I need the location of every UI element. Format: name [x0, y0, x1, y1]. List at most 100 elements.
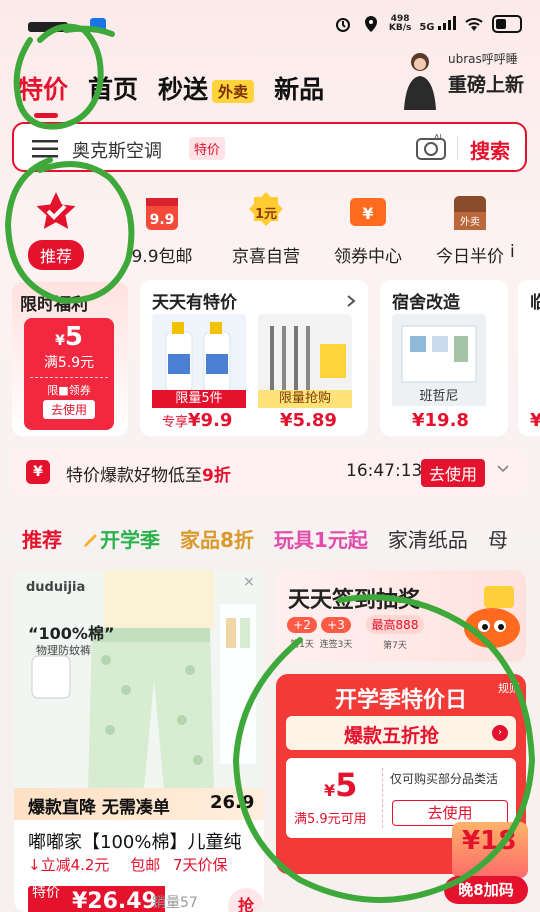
tab-new-products[interactable]: 新品 [274, 70, 324, 106]
dorm-makeover-card[interactable]: 宿舍改造 班哲尼 ¥19.8 [380, 280, 508, 436]
coupon-divider [30, 377, 108, 378]
dorm-makeover-title: 宿舍改造 [392, 293, 460, 313]
network-speed: 498 KB/s [388, 14, 412, 33]
category-partial[interactable]: i [510, 186, 540, 262]
signin-day: +3 连签3天 [319, 617, 353, 650]
battery-icon [492, 15, 522, 33]
half-price-bar[interactable]: 爆款五折抢 › [286, 716, 516, 750]
chevron-down-icon[interactable] [496, 462, 510, 476]
mascot-icon [464, 586, 520, 648]
svg-text:×: × [243, 574, 255, 590]
daily-deals-card[interactable]: 天天有特价 限量5件 专享¥9.9 限量抢购 ¥5.89 [140, 280, 368, 436]
special-price-tag: 特价 [28, 886, 64, 912]
tab-special-price[interactable]: 特价 [18, 70, 68, 118]
category-coupon-center[interactable]: ¥ 领券中心 [318, 186, 418, 267]
signin-day: 最高888 第7天 [362, 614, 428, 651]
tab-home[interactable]: 首页 [88, 70, 138, 106]
product-image-cleaner[interactable] [152, 314, 246, 396]
chevron-right-icon[interactable] [346, 294, 356, 308]
rods-image [270, 326, 346, 390]
promo-subtitle: ubras呼呼睡 [448, 52, 518, 66]
camera-search-icon[interactable]: AI [416, 133, 446, 161]
takeout-badge: 外卖 [212, 79, 255, 103]
coupon-amount: ¥5 [55, 322, 83, 352]
product-subline: 物理防蚊裤 [36, 644, 91, 657]
product-image[interactable]: × duduijia “100%棉” 物理防蚊裤 [14, 570, 264, 818]
coupon-icon: ¥ [346, 190, 390, 234]
product-price: ¥26.49 [64, 886, 165, 912]
status-bar: 498 KB/s 5G [0, 0, 540, 48]
school-coupon-amount: ¥5 [324, 766, 358, 804]
item-price: ¥19.8 [412, 410, 469, 431]
item-price: ¥ [530, 410, 540, 431]
school-coupon-condition: 满5.9元可用 [294, 812, 367, 827]
filter-recommend[interactable]: 推荐 [22, 524, 62, 553]
product-name[interactable]: 嘟嘟家【100%棉】儿童纯 [28, 828, 241, 854]
category-label: 领券中心 [334, 247, 402, 267]
signin-title: 天天签到抽奖 [288, 588, 421, 613]
next-deal-title: 临 [530, 293, 540, 313]
promo-banner[interactable]: ubras呼呼睡 重磅上新 [392, 42, 540, 110]
tab-instant-delivery-label: 秒送 [158, 75, 209, 104]
svg-text:¥: ¥ [362, 204, 373, 223]
time-obscured-icon [28, 18, 106, 32]
brand-tag: 班哲尼 [392, 388, 486, 406]
banner-text: 爆款直降 无需凑单 [28, 798, 170, 818]
category-recommend[interactable]: 推荐 [6, 186, 106, 270]
category-label: 推荐 [27, 240, 84, 270]
signal-icon: 5G [419, 15, 456, 33]
filter-back-to-school[interactable]: 开学季 [82, 524, 160, 553]
tab-instant-delivery[interactable]: 秒送 外卖 [158, 70, 255, 106]
arrow-right-icon: › [492, 725, 508, 741]
guarantee-text: 7天价保 [173, 856, 228, 874]
floating-value: ¥18 [462, 826, 517, 856]
ticker-use-button[interactable]: 去使用 [421, 459, 486, 487]
limited-welfare-card[interactable]: 限时福利 ¥5 满5.9元 限■领券 去使用 [12, 282, 128, 436]
category-label: 今日半价 [436, 247, 504, 267]
welfare-coupon[interactable]: ¥5 满5.9元 限■领券 去使用 [24, 318, 114, 430]
filter-home-goods[interactable]: 家品8折 [180, 524, 254, 553]
category-half-price[interactable]: 外卖 今日半价 [420, 186, 520, 267]
search-bar[interactable]: 奥克斯空调 特价 AI 搜索 [12, 122, 527, 172]
bag-icon: 外卖 [448, 190, 492, 234]
sales-count: 销量57 [152, 895, 198, 911]
partial-icon [510, 190, 540, 234]
menu-icon[interactable] [32, 140, 58, 158]
model-image [404, 53, 436, 110]
limited-tag: 限量5件 [152, 390, 246, 408]
category-label: i [510, 242, 515, 262]
product-image-shelf[interactable] [392, 314, 486, 396]
category-9-9-shipping[interactable]: 9.9 9.9包邮 [112, 186, 212, 267]
svg-text:外卖: 外卖 [460, 216, 480, 228]
filter-mother-baby[interactable]: 母 [488, 524, 508, 553]
filter-toys[interactable]: 玩具1元起 [274, 524, 368, 553]
svg-text:9.9: 9.9 [150, 212, 175, 228]
grab-button[interactable]: 抢 [228, 888, 264, 912]
svg-text:1元: 1元 [255, 207, 277, 222]
floating-boost-button[interactable]: 晚8加码 [444, 876, 528, 904]
deal-ticker[interactable]: ¥ 特价爆款好物低至9折 16:47:13 去使用 [12, 448, 527, 496]
ticker-countdown: 16:47:13 [346, 461, 423, 481]
status-time [28, 16, 108, 41]
coupon-divider [382, 768, 383, 828]
alarm-icon [333, 14, 353, 34]
product-card[interactable]: × duduijia “100%棉” 物理防蚊裤 爆款直降 无需凑单 26.9 … [14, 570, 264, 912]
rules-link[interactable]: 规则 [498, 680, 520, 696]
search-button[interactable]: 搜索 [470, 135, 510, 164]
product-banner: 爆款直降 无需凑单 26.9 [14, 788, 264, 820]
star-check-icon [34, 190, 78, 234]
search-input[interactable]: 奥克斯空调 [72, 137, 162, 163]
product-image-rods[interactable] [258, 314, 352, 396]
kids-pants-image: × [14, 570, 264, 818]
top-tabs: 特价 首页 秒送 外卖 新品 [18, 70, 344, 118]
coupon-condition: 满5.9元 [43, 355, 95, 371]
status-icons: 498 KB/s 5G [333, 14, 522, 34]
location-icon [361, 14, 381, 34]
floating-gift[interactable]: ¥18 [452, 822, 528, 878]
category-jingxi-self[interactable]: 1元 京喜自营 [216, 186, 316, 267]
next-deal-card[interactable]: 临 ¥ [518, 280, 540, 436]
coupon-use-button[interactable]: 去使用 [42, 400, 95, 419]
daily-signin-card[interactable]: 天天签到抽奖 +2 第1天 +3 连签3天 最高888 第7天 [276, 570, 526, 662]
filter-cleaning-paper[interactable]: 家清纸品 [388, 524, 468, 553]
half-price-text: 爆款五折抢 [344, 725, 440, 747]
